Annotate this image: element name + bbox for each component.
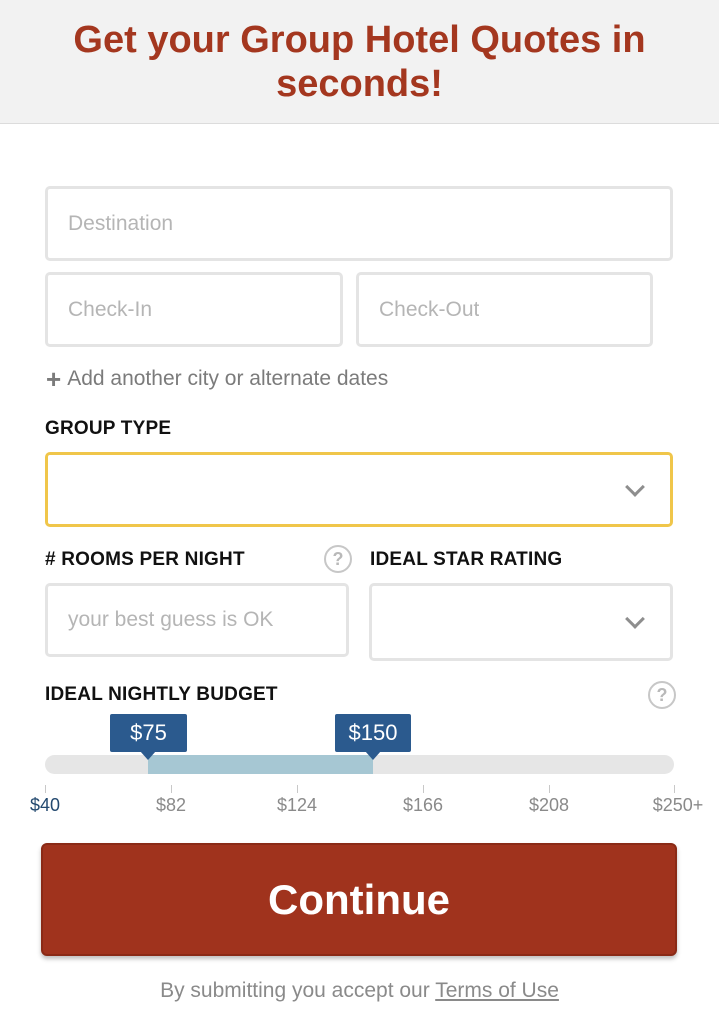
- check-out-placeholder: Check-Out: [379, 297, 480, 321]
- rooms-placeholder: your best guess is OK: [68, 608, 274, 631]
- budget-help-icon[interactable]: ?: [648, 681, 676, 709]
- rooms-input[interactable]: your best guess is OK: [45, 583, 349, 657]
- handle-pointer: [140, 751, 156, 760]
- budget-label: IDEAL NIGHTLY BUDGET: [45, 684, 278, 705]
- check-in-input[interactable]: Check-In: [45, 272, 343, 347]
- add-city-label: Add another city or alternate dates: [67, 367, 389, 390]
- chevron-down-icon: [625, 476, 645, 497]
- slider-tick: [171, 785, 172, 793]
- group-type-label: GROUP TYPE: [45, 418, 172, 439]
- slider-tick-label: $82: [155, 795, 187, 815]
- slider-tick: [674, 785, 675, 793]
- terms-of-use-link[interactable]: Terms of Use: [435, 979, 559, 1002]
- check-in-placeholder: Check-In: [68, 297, 153, 321]
- star-rating-select[interactable]: [369, 583, 673, 661]
- handle-pointer: [365, 751, 381, 760]
- slider-tick-label: $124: [276, 795, 318, 815]
- check-out-input[interactable]: Check-Out: [356, 272, 653, 347]
- page-title: Get your Group Hotel Quotes in seconds!: [73, 18, 646, 105]
- plus-icon: +: [46, 364, 62, 394]
- slider-tick-label: $208: [528, 795, 570, 815]
- star-rating-label: IDEAL STAR RATING: [370, 549, 563, 570]
- continue-button[interactable]: Continue: [41, 843, 677, 956]
- rooms-label: # ROOMS PER NIGHT: [45, 549, 245, 570]
- slider-tick-label: $250+: [652, 795, 704, 815]
- destination-placeholder: Destination: [68, 211, 174, 235]
- terms-notice: By submitting you accept our Terms of Us…: [0, 979, 719, 1003]
- budget-max-handle[interactable]: $150: [335, 714, 411, 760]
- terms-prefix: By submitting you accept our: [160, 979, 430, 1002]
- budget-slider-range: [148, 755, 373, 774]
- group-type-select[interactable]: [45, 452, 673, 527]
- rooms-help-icon[interactable]: ?: [324, 545, 352, 573]
- budget-max-value: $150: [348, 720, 398, 745]
- destination-input[interactable]: Destination: [45, 186, 673, 261]
- page-header: Get your Group Hotel Quotes in seconds!: [0, 0, 719, 124]
- slider-tick-label: $166: [402, 795, 444, 815]
- slider-tick: [423, 785, 424, 793]
- slider-tick: [549, 785, 550, 793]
- slider-tick-label: $40: [29, 795, 61, 815]
- budget-min-value: $75: [130, 720, 167, 745]
- add-city-link[interactable]: + Add another city or alternate dates: [46, 366, 388, 392]
- slider-tick: [297, 785, 298, 793]
- chevron-down-icon: [625, 609, 645, 629]
- budget-min-handle[interactable]: $75: [110, 714, 187, 760]
- slider-tick: [45, 785, 46, 793]
